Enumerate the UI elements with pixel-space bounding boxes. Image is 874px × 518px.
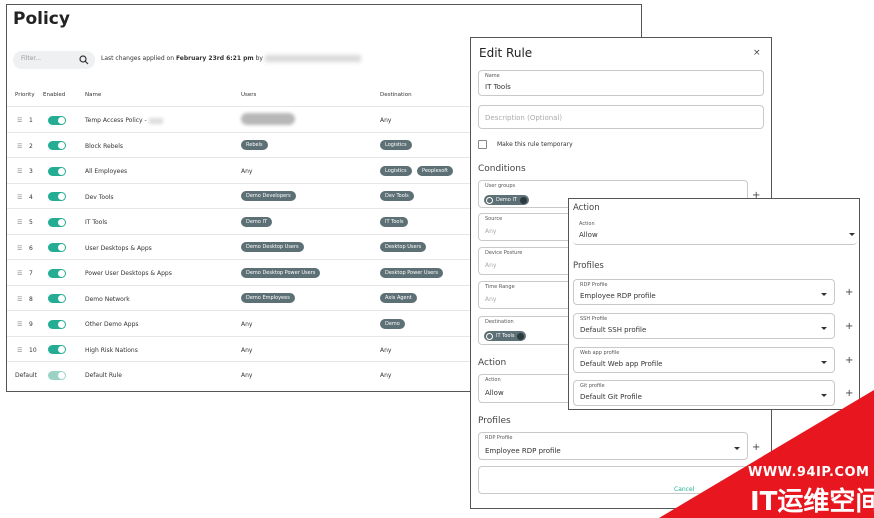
rule-name: User Desktops & Apps [85,244,152,252]
enabled-toggle[interactable] [48,243,66,252]
enabled-toggle [48,370,66,380]
drag-handle-icon[interactable]: ☰ [17,347,22,354]
add-rdp-icon[interactable]: + [845,287,853,298]
drag-handle-icon[interactable]: ☰ [17,245,22,252]
profiles-title: Profiles [573,261,604,271]
destination-pill: Dev Tools [380,191,414,201]
users-pill: Demo Developers [241,191,296,201]
close-icon[interactable]: × [753,48,761,58]
user-group-chip[interactable]: Demo IT [484,195,529,205]
action-title: Action [573,203,600,213]
users-pill: Rebels [241,140,268,150]
drag-handle-icon[interactable]: ☰ [17,270,22,277]
drag-handle-icon[interactable]: ☰ [17,194,22,201]
watermark-text: IT运维空间 [750,487,874,517]
page-title: Policy [13,9,70,29]
enabled-toggle[interactable] [48,141,66,150]
header-name[interactable]: Name [85,92,101,98]
enabled-toggle[interactable] [48,217,66,227]
rule-destination: Any [380,372,392,379]
filter-placeholder: Filter... [21,55,42,62]
destination-pill: Desktop Power Users [380,267,443,278]
header-priority[interactable]: Priority [15,92,35,98]
drag-handle-icon[interactable]: ☰ [17,321,22,328]
destination-pill: Desktop Users [380,242,427,252]
rule-users: Any [241,168,253,175]
add-ssh-icon[interactable]: + [845,321,853,332]
drag-handle-icon[interactable]: ☰ [17,143,22,150]
enabled-toggle[interactable] [48,115,66,125]
drag-handle-icon[interactable]: ☰ [17,219,22,226]
rule-name: Temp Access Policy - [85,117,163,124]
users-pill: Demo IT [241,216,272,227]
destination-chip[interactable]: IT Tools [484,331,527,341]
resource-icon [486,332,493,340]
rule-destination: Any [380,346,392,354]
enabled-toggle[interactable] [48,192,66,201]
rule-name: Demo Network [85,295,130,303]
ssh-profile-select[interactable]: SSH Profile Default SSH profile [573,313,835,339]
temporary-checkbox[interactable] [478,140,487,149]
action-profiles-panel: Action Action Allow Profiles RDP Profile… [568,198,860,410]
rule-name: All Employees [85,168,128,175]
last-changes-date: February 23rd 6:21 pm [175,55,254,62]
chevron-down-icon[interactable] [821,327,827,330]
redacted-users-pill [241,113,295,125]
enabled-toggle[interactable] [48,294,66,303]
enabled-toggle[interactable] [48,345,66,354]
rule-name: Power User Desktops & Apps [85,270,172,277]
filter-input[interactable]: Filter... [13,51,95,69]
drag-handle-icon[interactable]: ☰ [17,296,22,303]
profiles-title: Profiles [478,416,511,426]
rdp-profile-select[interactable]: RDP Profile Employee RDP profile [573,279,835,305]
rule-destination: Any [380,117,392,124]
action-title: Action [478,358,507,368]
destination-pill: Demo [380,318,405,329]
conditions-title: Conditions [478,164,526,174]
panel-title: Edit Rule [479,46,533,60]
rule-name: Block Rebels [85,142,124,150]
enabled-toggle[interactable] [48,268,66,278]
chevron-down-icon[interactable] [821,361,827,364]
enabled-toggle[interactable] [48,319,66,329]
remove-chip-icon[interactable] [519,196,527,204]
destination-pill: IT Tools [380,216,409,227]
header-destination[interactable]: Destination [380,92,412,98]
add-web-icon[interactable]: + [845,355,853,366]
drag-handle-icon[interactable]: ☰ [17,168,22,175]
enabled-toggle[interactable] [48,166,66,176]
rule-name: IT Tools [85,219,108,226]
rule-name: Dev Tools [85,193,114,201]
redacted-user [264,55,361,62]
group-icon [486,196,493,204]
destination-pill: Axis Agent [380,293,417,303]
rule-name: Other Demo Apps [85,321,139,328]
chevron-down-icon[interactable] [849,233,855,236]
destination-pill: Logistics [380,165,412,176]
search-icon[interactable] [79,55,89,65]
rule-users: Any [241,321,253,328]
watermark-url: WWW.94IP.COM [748,465,870,480]
rule-name: High Risk Nations [85,346,138,354]
destination-pill: Logistics [380,140,412,150]
remove-chip-icon[interactable] [517,332,525,340]
users-pill: Demo Desktop Power Users [241,267,321,278]
name-field[interactable]: Name IT Tools [478,70,764,96]
destination-pill: Peoplesoft [417,165,453,176]
chevron-down-icon[interactable] [821,293,827,296]
rule-name: Default Rule [85,372,122,379]
rule-users: Any [241,346,253,354]
users-pill: Demo Desktop Users [241,242,304,252]
header-users[interactable]: Users [241,92,256,98]
web-app-profile-select[interactable]: Web app profile Default Web app Profile [573,347,835,373]
description-field[interactable]: Description (Optional) [478,105,764,129]
temporary-label: Make this rule temporary [497,141,573,148]
last-changes-text: Last changes applied on February 23rd 6:… [101,55,361,62]
rule-users: Any [241,372,253,379]
drag-handle-icon[interactable]: ☰ [17,117,22,124]
action-select[interactable]: Action Allow [573,219,857,245]
users-pill: Demo Employees [241,293,295,303]
header-enabled[interactable]: Enabled [43,92,65,98]
